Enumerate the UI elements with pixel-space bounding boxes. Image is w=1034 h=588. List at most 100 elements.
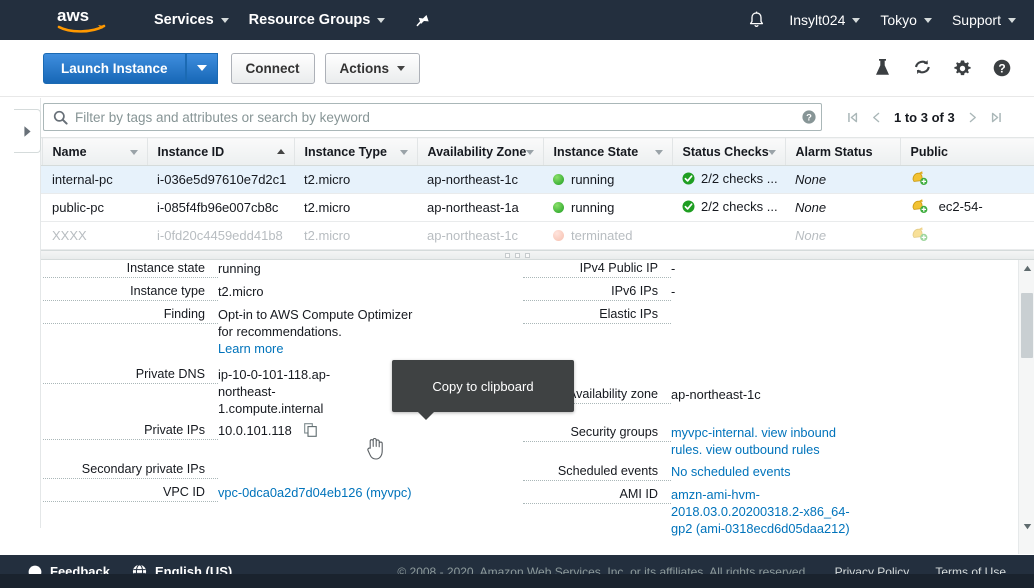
details-scrollbar-track[interactable] bbox=[1018, 260, 1034, 554]
chevron-down-icon bbox=[767, 149, 776, 155]
details-scroll-up-button[interactable] bbox=[1019, 260, 1034, 276]
details-right-column: IPv4 Public IP - IPv6 IPs - Elastic IPs … bbox=[523, 260, 983, 542]
column-header-status-checks-label: Status Checks bbox=[682, 144, 769, 159]
cell-instance-id: i-036e5d97610e7d2c1 bbox=[147, 165, 294, 194]
cell-status-checks: 2/2 checks ... bbox=[672, 165, 785, 194]
nav-item-support[interactable]: Support bbox=[942, 0, 1026, 40]
state-dot-terminated-icon bbox=[553, 230, 564, 241]
cell-alarm-status-label: None bbox=[795, 200, 827, 215]
finding-learn-more-link[interactable]: Learn more bbox=[218, 341, 283, 356]
detail-value-vpc-id[interactable]: vpc-0dca0a2d7d04eb126 (myvpc) bbox=[218, 485, 412, 500]
alarm-bell-add-icon[interactable] bbox=[910, 226, 929, 245]
detail-label-finding: Finding bbox=[43, 306, 218, 324]
alarm-bell-add-icon[interactable] bbox=[910, 198, 929, 217]
chevron-down-icon bbox=[196, 65, 207, 71]
cell-name: internal-pc bbox=[42, 165, 147, 194]
column-header-status-checks[interactable]: Status Checks bbox=[672, 137, 786, 166]
detail-row-private-ips: Private IPs 10.0.101.118 bbox=[43, 422, 463, 441]
refresh-icon[interactable] bbox=[902, 48, 942, 88]
chevron-down-icon bbox=[129, 149, 138, 155]
panel-resize-handle[interactable] bbox=[0, 250, 1034, 260]
details-scroll-down-button[interactable] bbox=[1019, 518, 1034, 534]
column-header-instance-id[interactable]: Instance ID bbox=[147, 137, 295, 166]
detail-label-ipv4-public-ip: IPv4 Public IP bbox=[523, 260, 671, 278]
detail-value-ami-id[interactable]: amzn-ami-hvm-2018.03.0.20200318.2-x86_64… bbox=[671, 487, 850, 536]
pin-icon[interactable] bbox=[413, 12, 430, 29]
flask-icon[interactable] bbox=[862, 48, 902, 88]
nav-item-resource-groups[interactable]: Resource Groups bbox=[239, 0, 396, 40]
next-page-icon[interactable] bbox=[961, 104, 985, 130]
copy-to-clipboard-tooltip: Copy to clipboard bbox=[392, 360, 574, 420]
nav-item-account[interactable]: Insylt024 bbox=[779, 0, 870, 40]
detail-value-security-groups[interactable]: myvpc-internal. view inbound rules. view… bbox=[671, 425, 836, 457]
cell-availability-zone: ap-northeast-1c bbox=[417, 221, 543, 250]
chevron-down-icon bbox=[852, 17, 861, 23]
detail-row-security-groups: Security groups myvpc-internal. view inb… bbox=[523, 424, 983, 458]
launch-instance-button[interactable]: Launch Instance bbox=[43, 52, 186, 84]
cell-alarm-status: None bbox=[785, 165, 900, 194]
chevron-down-icon bbox=[220, 17, 229, 23]
column-header-instance-id-label: Instance ID bbox=[157, 144, 225, 159]
detail-value-instance-state: running bbox=[218, 261, 261, 276]
gear-icon[interactable] bbox=[942, 48, 982, 88]
detail-value-ipv4-public-ip: - bbox=[671, 261, 676, 276]
column-header-availability-zone[interactable]: Availability Zone bbox=[417, 137, 544, 166]
cell-alarm-status-label: None bbox=[795, 172, 827, 187]
detail-value-private-ips: 10.0.101.118 bbox=[218, 423, 292, 438]
connect-button[interactable]: Connect bbox=[230, 52, 315, 84]
chevron-down-icon bbox=[377, 17, 386, 23]
cell-availability-zone: ap-northeast-1c bbox=[417, 165, 543, 194]
launch-instance-dropdown-button[interactable] bbox=[185, 52, 218, 84]
chevron-down-icon bbox=[1008, 17, 1016, 23]
cell-alarm-status: None bbox=[785, 221, 900, 250]
sidebar-expand-button[interactable] bbox=[14, 109, 41, 153]
instance-details-panel: Instance state running Instance type t2.… bbox=[0, 260, 1034, 554]
table-row[interactable]: XXXX i-0fd20c4459edd41b8 t2.micro ap-nor… bbox=[0, 221, 1034, 250]
nav-item-services[interactable]: Services bbox=[144, 0, 239, 40]
cell-instance-type: t2.micro bbox=[294, 165, 417, 194]
cell-public bbox=[900, 221, 1034, 250]
column-header-instance-type-label: Instance Type bbox=[304, 144, 387, 159]
ec2-toolbar: Launch Instance Connect Actions ? bbox=[0, 40, 1034, 97]
detail-row-elastic-ips: Elastic IPs bbox=[523, 306, 983, 324]
detail-label-private-dns: Private DNS bbox=[43, 366, 218, 384]
chevron-down-icon bbox=[525, 149, 534, 155]
help-circle-icon[interactable]: ? bbox=[796, 104, 821, 130]
help-icon[interactable]: ? bbox=[982, 48, 1022, 88]
aws-logo[interactable]: aws bbox=[52, 5, 114, 35]
detail-value-scheduled-events[interactable]: No scheduled events bbox=[671, 464, 791, 479]
column-header-alarm-status[interactable]: Alarm Status bbox=[785, 137, 901, 166]
nav-right-group: Insylt024 Tokyo Support bbox=[734, 0, 1034, 40]
last-page-icon[interactable] bbox=[985, 104, 1009, 130]
account-label: Insylt024 bbox=[789, 12, 846, 28]
cell-instance-state-label: terminated bbox=[571, 228, 633, 243]
details-scrollbar-thumb[interactable] bbox=[1021, 293, 1033, 358]
toolbar-icon-group: ? bbox=[862, 48, 1034, 88]
detail-row-secondary-private-ips: Secondary private IPs bbox=[43, 461, 463, 479]
column-header-public-label: Public bbox=[910, 144, 949, 159]
table-header-row: Name Instance ID Instance Type Availabil… bbox=[0, 137, 1034, 166]
copy-icon[interactable] bbox=[304, 423, 318, 441]
search-container[interactable]: ? bbox=[43, 103, 822, 131]
column-header-instance-type[interactable]: Instance Type bbox=[294, 137, 418, 166]
column-header-availability-zone-label: Availability Zone bbox=[427, 144, 527, 159]
detail-row-instance-state: Instance state running bbox=[43, 260, 463, 278]
nav-item-region[interactable]: Tokyo bbox=[870, 0, 942, 40]
table-row[interactable]: public-pc i-085f4fb96e007cb8c t2.micro a… bbox=[0, 193, 1034, 222]
first-page-icon[interactable] bbox=[840, 104, 864, 130]
sidebar-rail bbox=[0, 98, 41, 528]
cell-instance-state: running bbox=[543, 165, 672, 194]
column-header-instance-state[interactable]: Instance State bbox=[543, 137, 673, 166]
alarm-bell-add-icon[interactable] bbox=[910, 170, 929, 189]
bell-icon[interactable] bbox=[734, 0, 779, 40]
column-header-public[interactable]: Public bbox=[900, 137, 1034, 166]
actions-button[interactable]: Actions bbox=[324, 52, 421, 84]
prev-page-icon[interactable] bbox=[864, 104, 888, 130]
table-row[interactable]: internal-pc i-036e5d97610e7d2c1 t2.micro… bbox=[0, 165, 1034, 194]
search-input[interactable] bbox=[75, 104, 796, 130]
column-header-name[interactable]: Name bbox=[42, 137, 148, 166]
status-check-ok-icon bbox=[682, 200, 695, 216]
detail-value-private-dns: ip-10-0-101-118.ap-northeast-1.compute.i… bbox=[218, 367, 331, 416]
pagination: 1 to 3 of 3 bbox=[840, 104, 1009, 130]
os-taskbar-sliver bbox=[0, 574, 1034, 588]
